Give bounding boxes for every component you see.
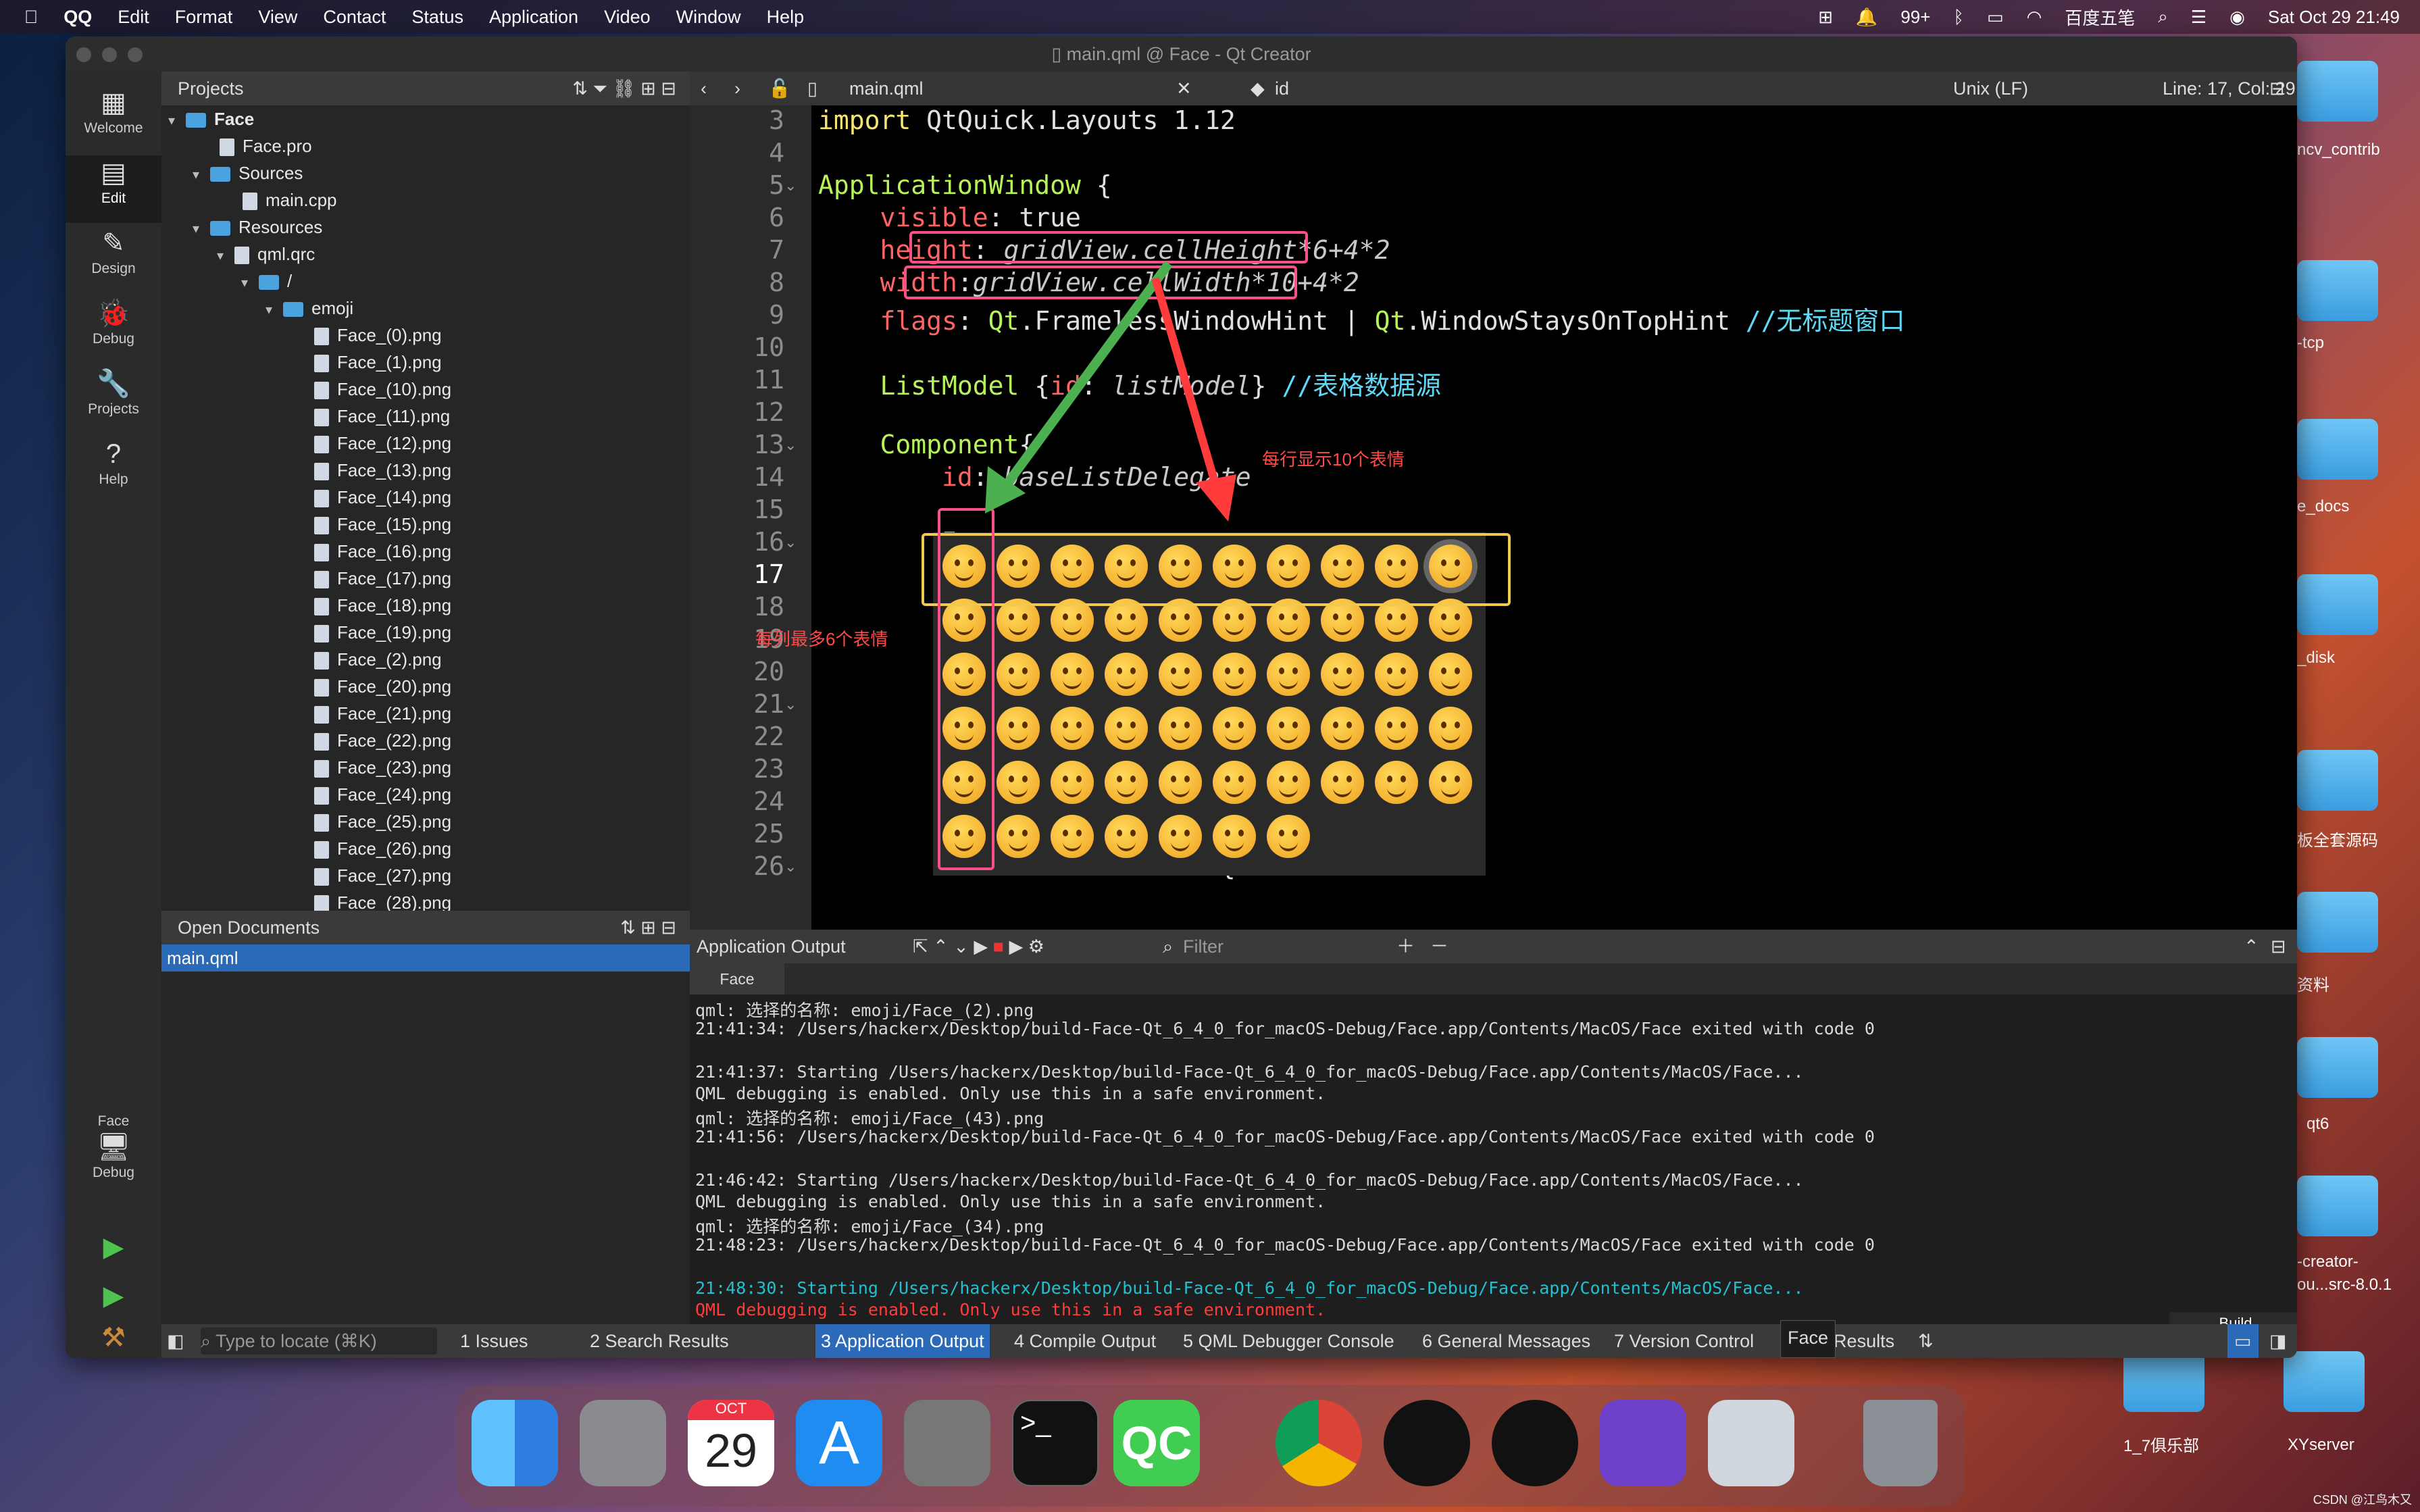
app-store-icon[interactable]: A [796, 1400, 882, 1486]
github-desktop-icon[interactable] [1600, 1400, 1686, 1486]
green-arrow [1001, 260, 1173, 490]
terminal-icon[interactable]: >_ [1012, 1400, 1099, 1486]
red-arrow-head [1196, 474, 1236, 522]
calendar-day: 29 [705, 1424, 757, 1477]
trash-icon[interactable] [1863, 1400, 1938, 1486]
calendar-icon[interactable]: OCT 29 [688, 1400, 774, 1486]
launchpad-icon[interactable] [580, 1400, 666, 1486]
qq-icon[interactable] [1492, 1400, 1578, 1486]
face-app-icon[interactable] [1708, 1400, 1794, 1486]
finder-icon[interactable] [472, 1400, 558, 1486]
annotation-arrows [985, 260, 1236, 522]
red-arrow [1151, 277, 1220, 488]
dock: OCT 29 A >_ QC [457, 1385, 1965, 1507]
chrome-icon[interactable] [1276, 1400, 1362, 1486]
system-preferences-icon[interactable] [904, 1400, 990, 1486]
qq-icon[interactable] [1384, 1400, 1470, 1486]
calendar-month: OCT [688, 1400, 774, 1420]
qt-creator-icon[interactable]: QC [1113, 1400, 1200, 1486]
watermark: CSDN @江鸟木又 [2313, 1493, 2412, 1507]
